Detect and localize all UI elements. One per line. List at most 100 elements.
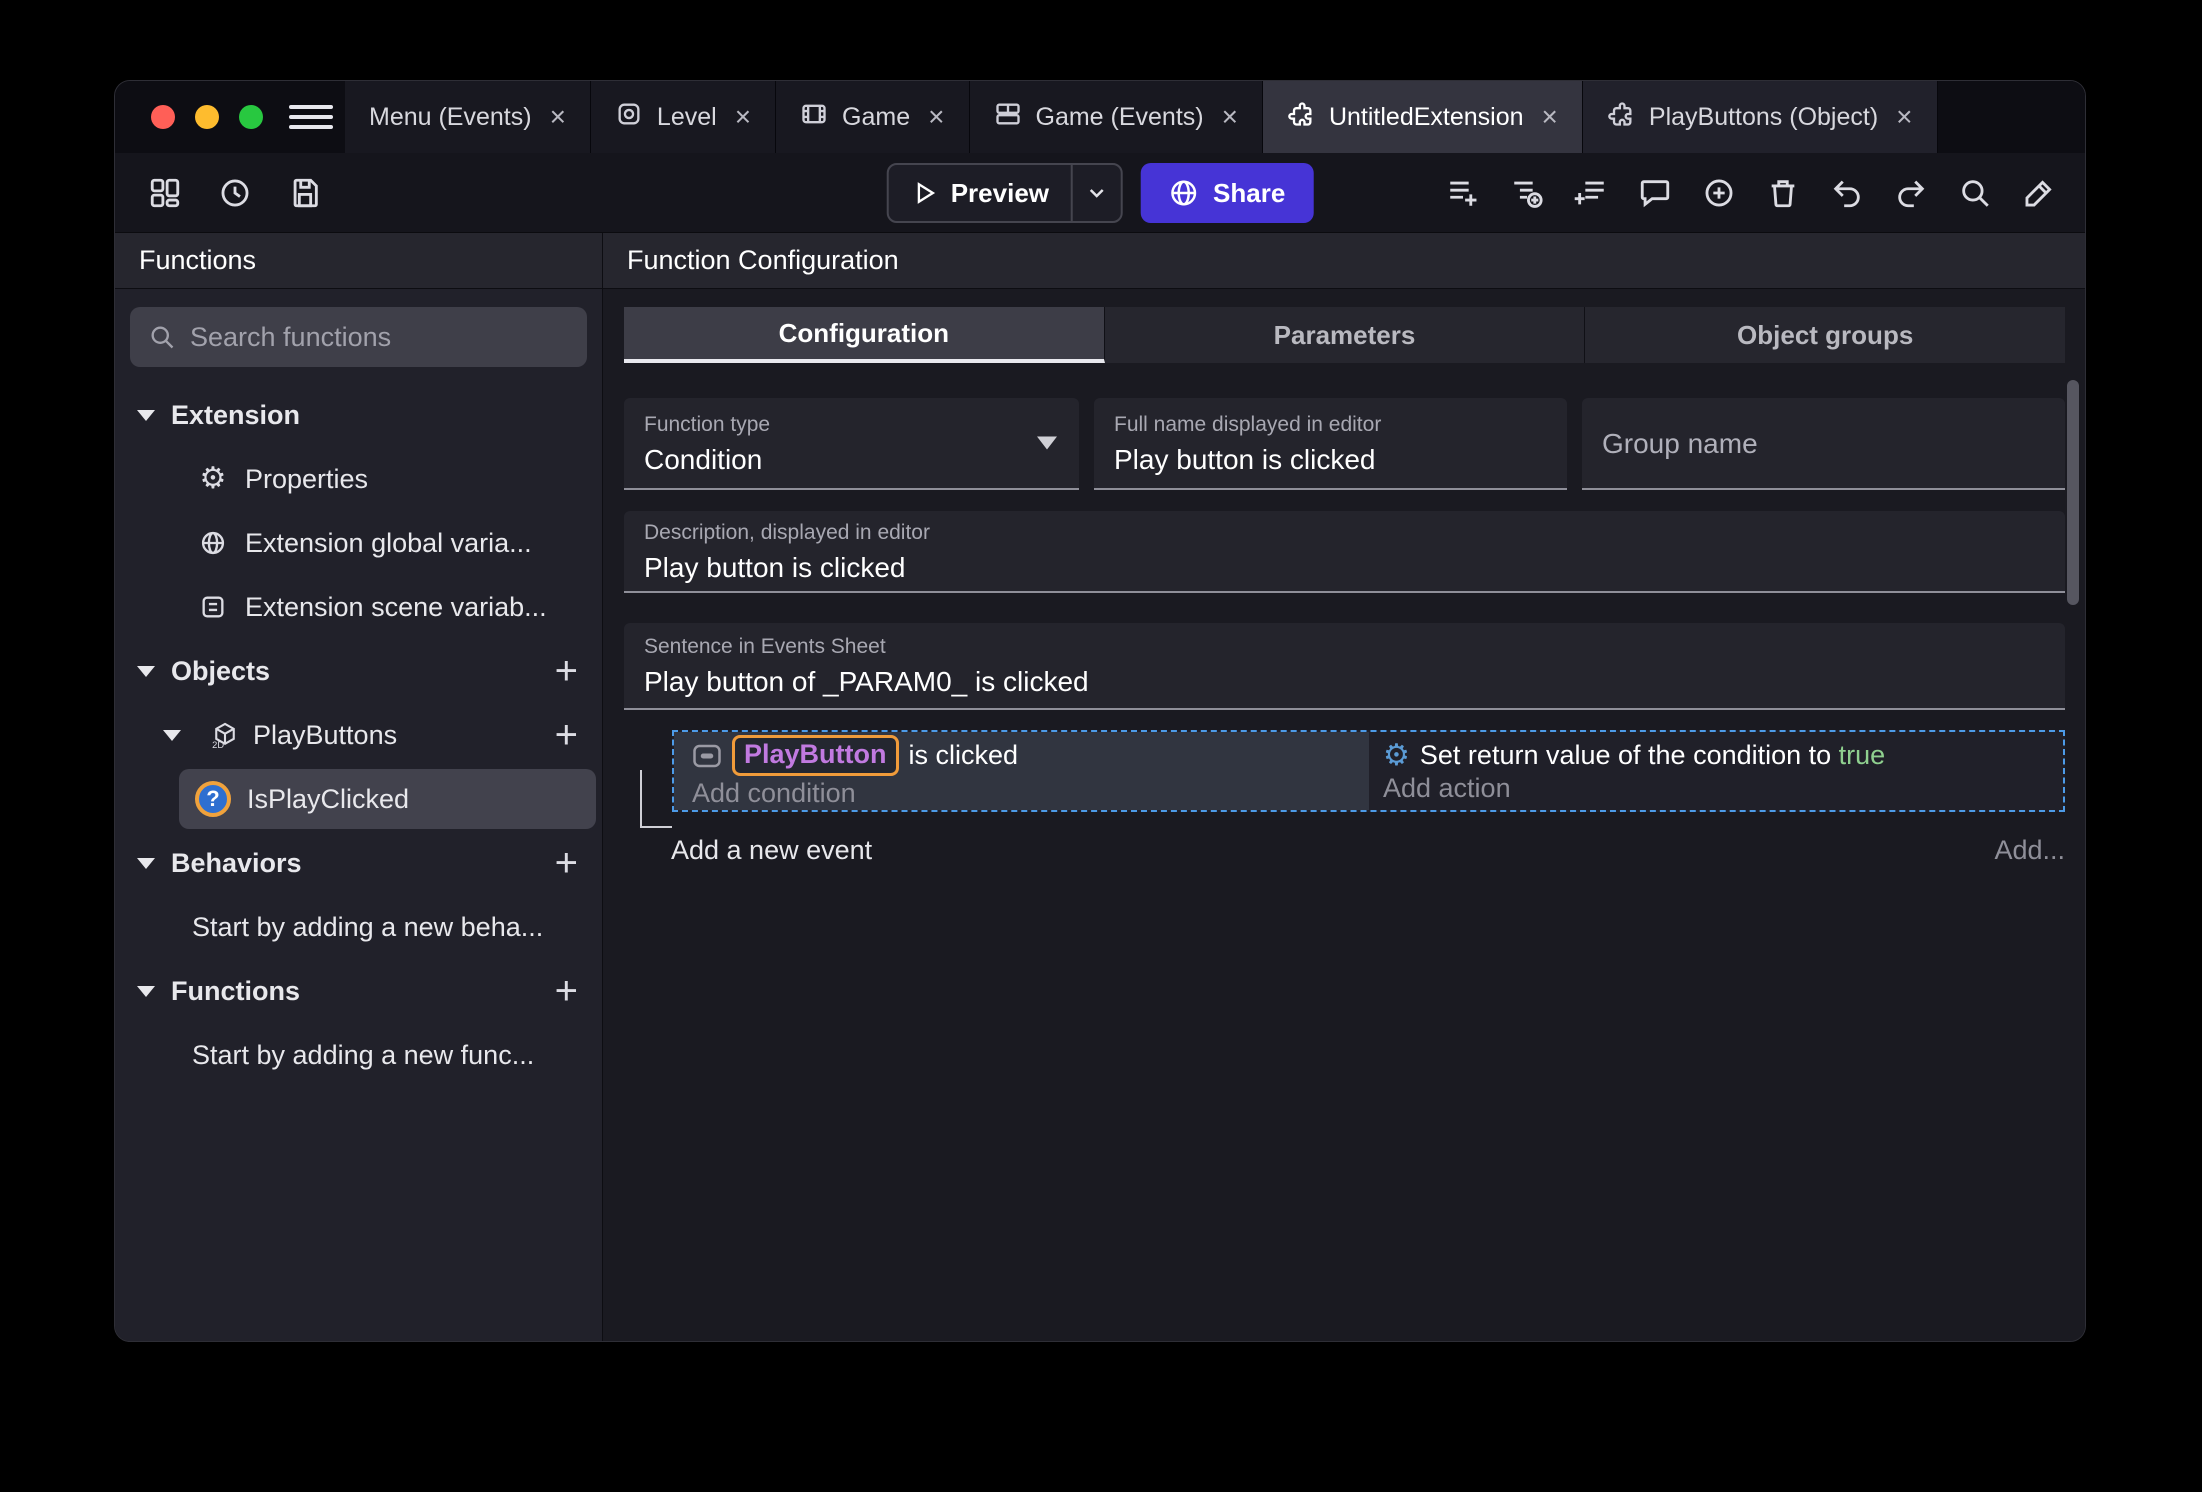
tab-game[interactable]: Game × (776, 81, 970, 153)
tab-label: PlayButtons (Object) (1648, 102, 1879, 131)
condition-function-icon: ? (195, 781, 231, 817)
sidebar-section-functions[interactable]: Functions + (115, 959, 602, 1023)
sentence-value: Play button of _PARAM0_ is clicked (644, 666, 1089, 697)
events-sheet-icon (994, 100, 1022, 135)
tab-configuration[interactable]: Configuration (624, 307, 1105, 363)
undo-icon[interactable] (1827, 173, 1867, 213)
tab-bar-spacer (1937, 81, 2085, 153)
sidebar-item-extension-scene-variables[interactable]: Extension scene variab... (115, 575, 602, 639)
toolbar: Preview Share (115, 153, 2085, 233)
add-circle-icon[interactable] (1699, 173, 1739, 213)
edit-pen-icon[interactable] (2019, 173, 2059, 213)
function-type-label: Function type (644, 412, 771, 436)
search-functions-box[interactable] (130, 307, 587, 367)
item-label: IsPlayClicked (247, 783, 410, 814)
sentence-field[interactable]: Sentence in Events Sheet Play button of … (624, 623, 2065, 710)
tab-parameters[interactable]: Parameters (1104, 307, 1586, 363)
actions-column[interactable]: ⚙ Set return value of the condition to t… (1369, 732, 2063, 810)
tab-level[interactable]: Level × (590, 81, 777, 153)
description-value: Play button is clicked (644, 551, 906, 583)
sidebar-panel-title: Functions (115, 233, 603, 289)
main-menu-icon[interactable] (289, 81, 333, 153)
group-name-field[interactable] (1582, 398, 2065, 490)
zoom-window-button[interactable] (239, 105, 263, 129)
svg-text:2D: 2D (212, 740, 224, 749)
action-value: true (1838, 740, 1886, 770)
search-functions-input[interactable] (190, 321, 569, 353)
search-icon (151, 326, 174, 349)
sidebar-section-objects[interactable]: Objects + (115, 639, 602, 703)
item-label: Properties (245, 463, 369, 494)
tab-menu-events[interactable]: Menu (Events) × (345, 81, 591, 153)
item-label: Extension global varia... (245, 527, 532, 558)
sidebar-section-behaviors[interactable]: Behaviors + (115, 831, 602, 895)
history-icon[interactable] (215, 173, 255, 213)
sentence-label: Sentence in Events Sheet (644, 635, 886, 658)
home-dashboard-icon[interactable] (145, 173, 185, 213)
sidebar-item-properties[interactable]: ⚙ Properties (115, 447, 602, 511)
scrollbar-thumb[interactable] (2067, 380, 2079, 605)
tab-untitled-extension[interactable]: UntitledExtension × (1262, 81, 1583, 153)
search-icon[interactable] (1955, 173, 1995, 213)
add-other-events-icon[interactable] (1571, 173, 1611, 213)
preview-label: Preview (950, 177, 1050, 208)
sidebar-item-extension-global-variables[interactable]: Extension global varia... (115, 511, 602, 575)
add-button[interactable]: Add... (1994, 835, 2065, 866)
window-controls (115, 81, 289, 153)
behaviors-empty-hint: Start by adding a new beha... (192, 911, 544, 942)
condition-object-chip[interactable]: PlayButton (732, 735, 899, 776)
function-type-select[interactable]: Function type Condition (624, 398, 1079, 490)
close-window-button[interactable] (151, 105, 175, 129)
tab-label: Level (656, 102, 717, 131)
save-icon[interactable] (285, 173, 325, 213)
full-name-field[interactable]: Full name displayed in editor Play butto… (1094, 398, 1567, 490)
conditions-column[interactable]: PlayButton is clicked Add condition (674, 732, 1369, 810)
tab-label: UntitledExtension (1328, 102, 1524, 131)
action-text: Set return value of the condition to tru… (1419, 740, 1886, 770)
event-row[interactable]: PlayButton is clicked Add condition ⚙ Se… (672, 730, 2065, 812)
tab-game-events[interactable]: Game (Events) × (969, 81, 1263, 153)
add-action-button[interactable]: Add action (1383, 773, 2053, 804)
share-button[interactable]: Share (1141, 163, 1314, 223)
section-label: Extension (171, 399, 301, 430)
group-name-input[interactable] (1602, 428, 2045, 460)
preview-dropdown-button[interactable] (1071, 165, 1121, 221)
action-gear-icon: ⚙ (1383, 738, 1410, 772)
add-object-function-button[interactable]: + (555, 715, 578, 755)
close-icon[interactable]: × (735, 101, 751, 133)
event-connector-line (640, 770, 672, 828)
close-icon[interactable]: × (550, 101, 566, 133)
close-icon[interactable]: × (1896, 101, 1912, 133)
sidebar-section-extension[interactable]: Extension (115, 383, 602, 447)
app-window: Menu (Events) × Level × Game × Game (Eve… (114, 80, 2086, 1342)
redo-icon[interactable] (1891, 173, 1931, 213)
tab-object-groups[interactable]: Object groups (1585, 307, 2066, 363)
add-new-event-button[interactable]: Add a new event (671, 835, 872, 866)
condition-text: is clicked (908, 740, 1019, 770)
preview-button[interactable]: Preview (886, 163, 1124, 223)
close-icon[interactable]: × (1222, 101, 1238, 133)
add-object-button[interactable]: + (555, 651, 578, 691)
trash-icon[interactable] (1763, 173, 1803, 213)
tab-playbuttons-object[interactable]: PlayButtons (Object) × (1582, 81, 1938, 153)
add-behavior-button[interactable]: + (555, 843, 578, 883)
share-label: Share (1213, 177, 1286, 208)
description-field[interactable]: Description, displayed in editor Play bu… (624, 511, 2065, 593)
tab-label: Menu (Events) (369, 102, 532, 131)
caret-down-icon (137, 985, 155, 997)
minimize-window-button[interactable] (195, 105, 219, 129)
add-comment-icon[interactable] (1635, 173, 1675, 213)
item-label: PlayButtons (253, 719, 398, 750)
close-icon[interactable]: × (1542, 101, 1558, 133)
description-label: Description, displayed in editor (644, 520, 930, 544)
caret-down-icon (137, 665, 155, 677)
add-subevent-icon[interactable] (1507, 173, 1547, 213)
sidebar-item-isplayclicked[interactable]: ? IsPlayClicked (179, 769, 596, 829)
add-event-icon[interactable] (1443, 173, 1483, 213)
scene-icon (615, 100, 643, 135)
add-function-button[interactable]: + (555, 971, 578, 1011)
close-icon[interactable]: × (928, 101, 944, 133)
tab-label: Game (Events) (1035, 102, 1204, 131)
add-condition-button[interactable]: Add condition (692, 778, 1359, 809)
sidebar-item-playbuttons[interactable]: 2D PlayButtons + (115, 703, 602, 767)
